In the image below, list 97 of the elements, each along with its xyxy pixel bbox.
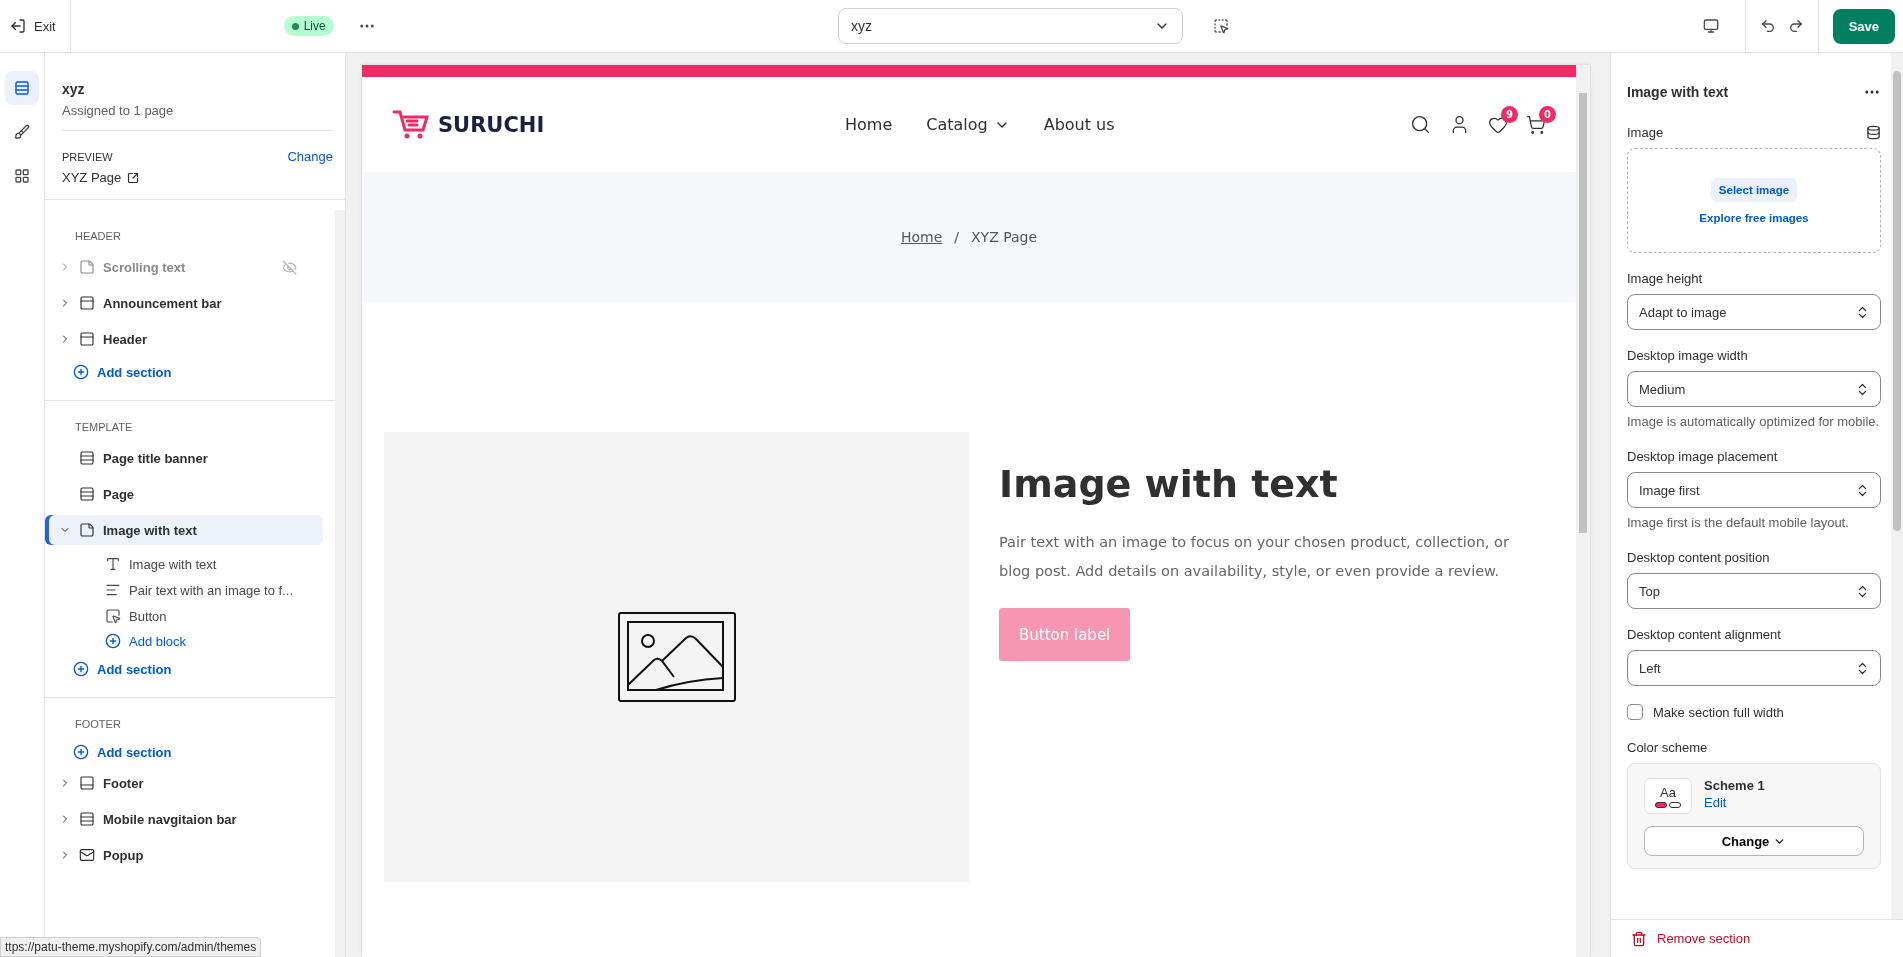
- block-icon: [105, 556, 121, 572]
- plus-circle-icon: [73, 661, 89, 677]
- section-text: Pair text with an image to focus on your chosen product, collection, or blog post. Add details on availability, style, or even provide a review.: [999, 533, 1510, 581]
- nav-link[interactable]: About us: [1043, 115, 1115, 134]
- field-label: Desktop image width: [1627, 348, 1748, 363]
- add-section-link[interactable]: Add section: [45, 740, 172, 764]
- breadcrumb-link[interactable]: Home: [900, 229, 943, 245]
- breadcrumb-current: XYZ Page: [971, 229, 1038, 245]
- select-field[interactable]: Adapt to image: [1627, 294, 1881, 330]
- database-icon[interactable]: [1866, 125, 1881, 140]
- help-text: Image first is the default mobile layout.: [1627, 514, 1850, 532]
- grid-icon: [14, 168, 30, 184]
- rows-icon: [14, 80, 30, 96]
- section-item[interactable]: Announcement bar: [49, 288, 323, 318]
- breadcrumb-separator: /: [954, 229, 959, 245]
- preview-label: PREVIEW: [62, 150, 113, 163]
- status-url: ttps://patu-theme.myshopify.com/admin/themes: [0, 937, 262, 957]
- plus-circle-icon: [73, 364, 89, 380]
- checkbox-label: Make section full width: [1653, 704, 1784, 720]
- block-item[interactable]: Pair text with an image to f...: [45, 577, 335, 603]
- search-icon[interactable]: [1410, 114, 1431, 135]
- preview-page: XYZ Page: [62, 170, 122, 185]
- inspector-icon[interactable]: [1213, 18, 1229, 34]
- save-button[interactable]: Save: [1832, 8, 1895, 44]
- section-item[interactable]: Footer: [49, 768, 323, 798]
- edit-link[interactable]: Edit: [1704, 795, 1727, 810]
- scrollbar-thumb[interactable]: [1579, 93, 1587, 533]
- image-placeholder-icon: [617, 612, 736, 702]
- undo-icon[interactable]: [1759, 18, 1776, 34]
- monitor-icon[interactable]: [1702, 18, 1719, 34]
- help-text: Image is automatically optimized for mobile.: [1627, 413, 1881, 431]
- checkbox[interactable]: [1627, 704, 1643, 720]
- add-section-link[interactable]: Add section: [45, 360, 172, 384]
- brand-name: SURUCHI: [438, 112, 545, 137]
- cart-logo-icon: [392, 108, 430, 141]
- nav-link[interactable]: Home: [845, 115, 893, 134]
- select-image-button[interactable]: Select image: [1710, 177, 1798, 202]
- section-icon: [79, 259, 95, 275]
- cart-count: 0: [1539, 105, 1556, 123]
- plus-circle-icon: [73, 744, 89, 760]
- section-item[interactable]: Popup: [49, 840, 323, 870]
- field-label: Image height: [1627, 271, 1703, 286]
- section-icon: [79, 775, 95, 791]
- scrollbar[interactable]: [335, 210, 345, 957]
- field-label: Desktop image placement: [1627, 449, 1778, 464]
- brush-icon: [14, 124, 30, 140]
- rail-tab[interactable]: [5, 71, 39, 105]
- group-title: FOOTER: [74, 717, 122, 732]
- trash-icon: [1631, 930, 1647, 947]
- section-icon: [79, 295, 95, 311]
- settings-title: Image with text: [1627, 84, 1729, 100]
- section-item[interactable]: Header: [49, 324, 323, 354]
- change-button[interactable]: Change: [1644, 826, 1864, 856]
- section-item[interactable]: Page title banner: [49, 443, 323, 473]
- scheme-swatch: Aa: [1644, 778, 1692, 814]
- plus-circle-icon: [105, 633, 121, 649]
- section-heading: Image with text: [999, 462, 1339, 506]
- template-name: xyz: [62, 80, 86, 97]
- select-field[interactable]: Left: [1627, 650, 1881, 686]
- section-icon: [79, 486, 95, 502]
- select-field[interactable]: Medium: [1627, 371, 1881, 407]
- redo-icon[interactable]: [1787, 18, 1804, 34]
- page-select[interactable]: xyz: [838, 8, 1183, 44]
- scheme-name: Scheme 1: [1704, 778, 1765, 793]
- add-section-link[interactable]: Add section: [45, 657, 172, 681]
- block-icon: [105, 608, 121, 624]
- image-drop-zone[interactable]: Select image Explore free images: [1627, 148, 1881, 253]
- block-icon: [105, 582, 121, 598]
- section-icon: [79, 811, 95, 827]
- cart-icon[interactable]: [1526, 114, 1546, 135]
- section-item[interactable]: Page: [49, 479, 323, 509]
- group-title: TEMPLATE: [74, 420, 134, 435]
- external-link-icon[interactable]: [127, 171, 140, 184]
- select-field[interactable]: Top: [1627, 573, 1881, 609]
- field-label: Image: [1627, 125, 1664, 140]
- field-label: Desktop content position: [1627, 550, 1770, 565]
- exit-button[interactable]: Exit: [0, 0, 71, 53]
- block-item[interactable]: Button: [45, 603, 335, 629]
- template-assignment: Assigned to 1 page: [62, 103, 333, 131]
- section-icon: [79, 522, 95, 538]
- group-title: HEADER: [74, 229, 122, 244]
- wishlist-count: 9: [1501, 105, 1518, 123]
- exit-icon: [10, 18, 26, 34]
- live-badge: Live: [283, 16, 334, 36]
- section-icon: [79, 331, 95, 347]
- section-icon: [79, 847, 95, 863]
- select-field[interactable]: Image first: [1627, 472, 1881, 508]
- section-item[interactable]: Mobile navgitaion bar: [49, 804, 323, 834]
- explore-images-link[interactable]: Explore free images: [1699, 211, 1809, 224]
- section-icon: [79, 450, 95, 466]
- field-label: Color scheme: [1627, 740, 1708, 755]
- field-label: Desktop content alignment: [1627, 627, 1781, 642]
- change-link[interactable]: Change: [287, 149, 333, 164]
- add-block-link[interactable]: Add block: [45, 629, 187, 653]
- nav-link[interactable]: Catalog: [926, 115, 1010, 134]
- block-item[interactable]: Image with text: [45, 551, 335, 577]
- scrollbar-thumb[interactable]: [1893, 71, 1901, 531]
